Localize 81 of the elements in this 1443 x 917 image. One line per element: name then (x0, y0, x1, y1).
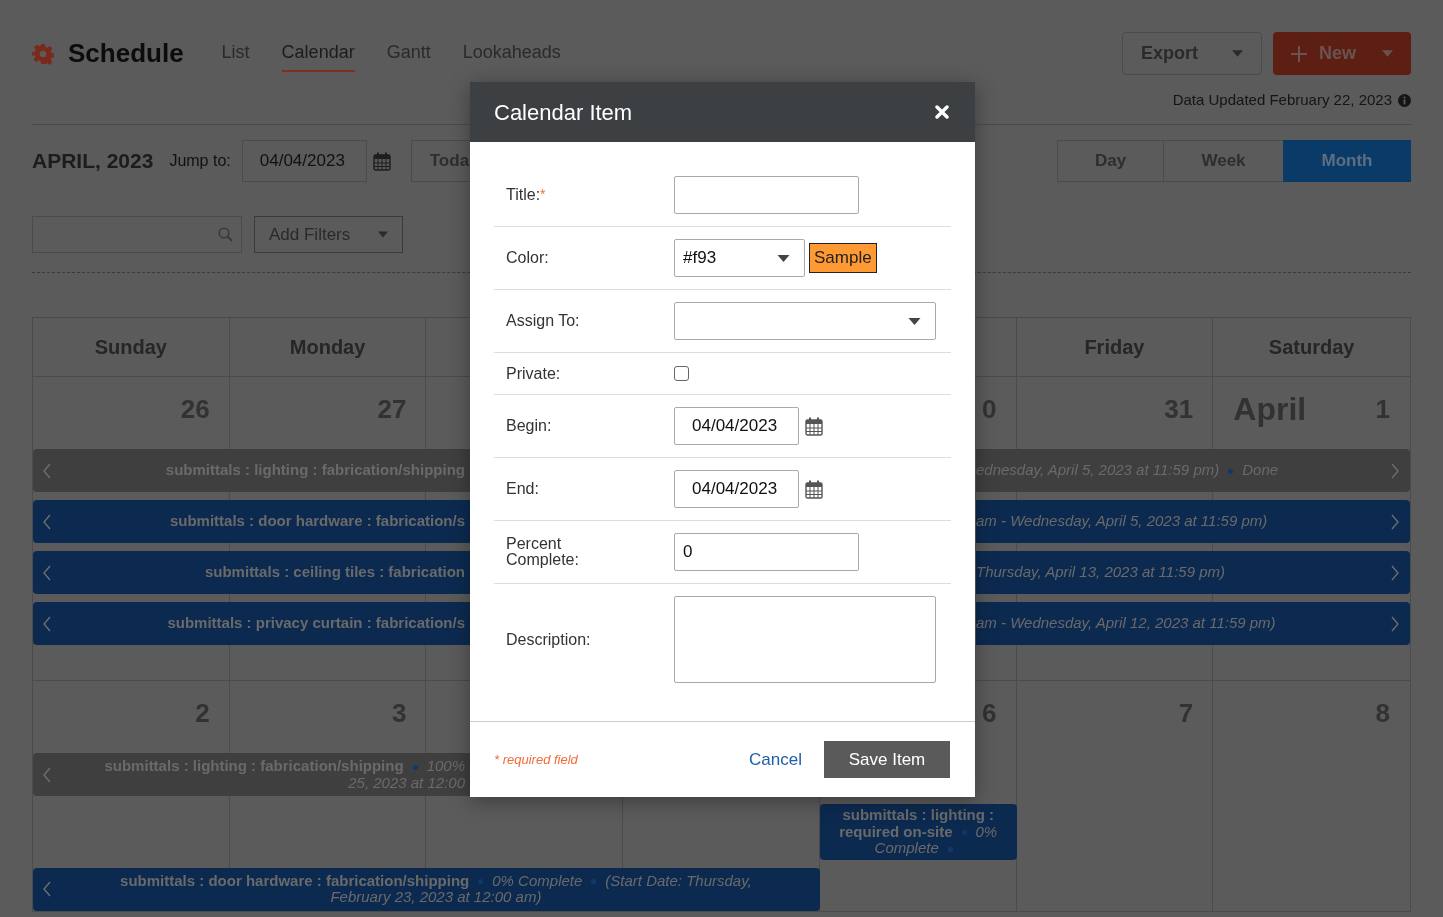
text-field[interactable]: 0 (674, 533, 859, 571)
color-dropdown[interactable]: #f93 (674, 239, 805, 277)
save-button[interactable]: Save Item (824, 741, 950, 778)
separator-dot (1228, 468, 1234, 474)
chevron-right-icon[interactable] (1391, 615, 1400, 632)
required-mark: * (540, 186, 546, 202)
field-label: Begin: (506, 417, 552, 434)
chevron-left-icon[interactable] (43, 462, 52, 479)
app-title: Schedule (68, 37, 184, 70)
data-updated-text: Data Updated February 22, 2023 (1172, 90, 1392, 110)
event-bar[interactable]: submittals : lighting : required on-site 0% Complete (819, 804, 1017, 860)
event-detail: (Start Date: Thursday, (605, 871, 752, 889)
field-label: Assign To: (506, 312, 580, 329)
month-label: APRIL, 2023 (32, 148, 154, 175)
event-detail: 0% Complete (492, 871, 583, 889)
date-field[interactable]: 04/04/2023 (674, 407, 799, 445)
field-label: Color: (506, 249, 549, 266)
separator-dot (478, 879, 484, 885)
chevron-right-icon[interactable] (1391, 564, 1400, 581)
color-sample: Sample (809, 243, 877, 273)
caret-icon (1232, 50, 1243, 57)
event-bar[interactable]: submittals : door hardware : fabrication/shipping 0% Complete (Start Date: Thursday, February 23, 2023 at 12:00 am) (33, 867, 820, 911)
date-field[interactable]: 04/04/2023 (241, 140, 367, 182)
description-field[interactable] (674, 596, 936, 683)
caret-icon (777, 254, 790, 262)
caret-icon (378, 231, 388, 238)
required-note: * required field (494, 750, 578, 769)
event-detail: Complete (874, 839, 939, 856)
cancel-link[interactable]: Cancel (749, 746, 802, 773)
event-detail: 0% (975, 822, 998, 840)
caret-icon (908, 317, 921, 325)
separator-dot (961, 830, 967, 836)
chevron-right-icon[interactable] (1391, 462, 1400, 479)
field-label: Description: (506, 630, 591, 648)
date-field[interactable]: 04/04/2023 (674, 470, 799, 508)
event-title: submittals : door hardware : fabrication/shipping (120, 871, 470, 889)
view-tab[interactable]: Month (1283, 140, 1411, 182)
event-title: submittals : ceiling tiles : fabrication (204, 563, 465, 581)
caret-icon (1382, 50, 1393, 57)
calendar-icon[interactable] (805, 479, 823, 499)
event-bar[interactable]: submittals : door hardware : fabrication/s (33, 500, 471, 543)
field-label: Percent Complete: (506, 535, 579, 568)
chevron-left-icon[interactable] (43, 881, 52, 897)
chevron-left-icon[interactable] (43, 615, 52, 632)
calendar-icon[interactable] (805, 416, 823, 436)
event-title: submittals : lighting : (842, 806, 995, 823)
new-button[interactable]: New (1273, 32, 1411, 75)
event-title: submittals : privacy curtain : fabrication/s (167, 614, 465, 632)
info-icon[interactable] (1398, 93, 1411, 107)
field-label: Title: (506, 186, 541, 203)
event-bar[interactable]: Thursday, April 13, 2023 at 11:59 pm) (976, 551, 1410, 594)
separator-dot (591, 879, 597, 885)
search-icon (218, 227, 233, 242)
nav-tab[interactable]: Calendar (281, 35, 355, 72)
jump-label: Jump to: (169, 151, 231, 171)
plus-icon (1291, 45, 1307, 62)
gear-icon (32, 42, 54, 65)
field-label: End: (506, 480, 539, 497)
close-icon[interactable] (935, 105, 949, 119)
separator-dot (412, 764, 418, 770)
search-field[interactable] (32, 216, 242, 253)
event-detail: February 23, 2023 at 12:00 am) (330, 888, 542, 905)
event-bar[interactable]: am - Wednesday, April 5, 2023 at 11:59 pm) (976, 500, 1410, 543)
event-detail: am - Wednesday, April 12, 2023 at 11:59 pm) (976, 614, 1276, 632)
modal-title: Calendar Item (494, 98, 633, 127)
chevron-right-icon[interactable] (1391, 513, 1400, 530)
event-bar[interactable]: submittals : ceiling tiles : fabrication (33, 551, 471, 594)
chevron-left-icon[interactable] (43, 564, 52, 581)
event-bar[interactable]: submittals : privacy curtain : fabrication/s (33, 602, 471, 645)
assign-dropdown[interactable] (674, 302, 936, 340)
checkbox[interactable] (674, 366, 689, 381)
field-label: Private: (506, 364, 561, 382)
event-bar[interactable]: am - Wednesday, April 12, 2023 at 11:59 pm) (976, 602, 1410, 645)
chevron-left-icon[interactable] (43, 513, 52, 530)
chevron-left-icon[interactable] (43, 766, 52, 783)
event-detail: Thursday, April 13, 2023 at 11:59 pm) (976, 563, 1226, 581)
separator-dot (947, 846, 953, 852)
event-detail: am - Wednesday, April 5, 2023 at 11:59 pm) (976, 512, 1268, 530)
event-title: required on-site (839, 822, 953, 840)
text-field[interactable] (674, 176, 859, 214)
event-title: submittals : door hardware : fabrication/s (169, 512, 465, 530)
